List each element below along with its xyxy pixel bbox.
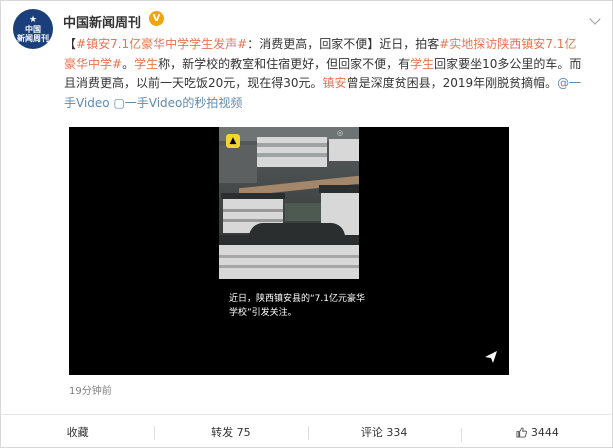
post-text-segment: ：消费更高，回家不便】近日，拍客	[247, 37, 440, 51]
video-player[interactable]: ▲ ◎ 近日，陕西镇安县的“7.1亿元豪华学校”引发关注。	[69, 127, 509, 375]
comment-label: 评论 334	[360, 426, 408, 439]
post-text-segment: 曾是深度贫困县，2019年刚脱贫摘帽。	[346, 76, 558, 90]
thumbs-up-icon	[516, 426, 527, 438]
favorite-button[interactable]: 收藏	[1, 424, 154, 440]
topic-link[interactable]: #镇安7.1亿豪华中学学生发声#	[76, 37, 247, 51]
video-caption: 近日，陕西镇安县的“7.1亿元豪华学校”引发关注。	[229, 294, 365, 318]
avatar[interactable]: ★ 中国 新闻周刊	[13, 9, 53, 49]
verified-icon: V	[149, 11, 164, 26]
topic-link[interactable]: 学生	[410, 57, 434, 71]
weibo-post-card: ★ 中国 新闻周刊 中国新闻周刊 V 【#镇安7.1亿豪华中学学生发声#：消费更…	[0, 0, 613, 448]
send-icon[interactable]	[483, 349, 499, 365]
repost-button[interactable]: 转发 75	[154, 424, 307, 440]
repost-label: 转发 75	[211, 426, 251, 439]
mention-link[interactable]: ▢一手Video的秒拍视频	[110, 96, 242, 110]
action-bar: 收藏 转发 75 评论 334 3444	[1, 414, 613, 448]
chevron-down-icon[interactable]	[589, 13, 601, 25]
scenic-spot-badge-icon: ▲	[226, 134, 240, 148]
post-text-segment: 。	[122, 56, 135, 71]
topic-link[interactable]: 学生	[134, 57, 158, 71]
like-button[interactable]: 3444	[460, 425, 613, 442]
favorite-label: 收藏	[66, 426, 89, 439]
watermark-icon: ◎	[337, 129, 344, 137]
post-text-segment: 称，新学校的教室和住宿更好，但回家不便，有	[158, 56, 411, 71]
post-text-segment: 【	[64, 37, 77, 51]
topic-link[interactable]: #实地探访陕西	[439, 37, 521, 51]
post-text: 【#镇安7.1亿豪华中学学生发声#：消费更高，回家不便】近日，拍客#实地探访陕西…	[64, 35, 586, 113]
topic-link[interactable]: 镇安	[521, 37, 545, 51]
video-frame: ▲ ◎	[219, 127, 359, 279]
account-name[interactable]: 中国新闻周刊	[63, 12, 141, 31]
comment-button[interactable]: 评论 334	[307, 424, 461, 440]
avatar-text-line-2: 新闻周刊	[17, 32, 49, 43]
like-count: 3444	[530, 425, 559, 439]
post-timestamp[interactable]: 19分钟前	[69, 382, 112, 397]
topic-link[interactable]: 镇安	[323, 76, 347, 90]
